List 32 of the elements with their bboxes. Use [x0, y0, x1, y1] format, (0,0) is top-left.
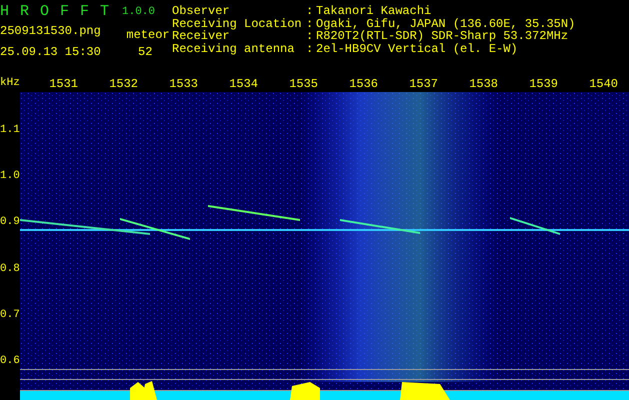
y-tick-label: 1.1 — [0, 123, 20, 138]
info-label: Receiving antenna — [172, 42, 296, 56]
info-separator: : — [306, 42, 314, 56]
info-separator: : — [306, 16, 314, 30]
info-separator: : — [306, 29, 314, 43]
app-title: H R O F F T — [0, 3, 112, 20]
x-tick-label: 1534 — [228, 77, 259, 92]
y-tick-label: 0.6 — [0, 354, 20, 369]
y-tick-label: 1.0 — [0, 169, 20, 184]
y-tick-label: 0.9 — [0, 215, 20, 230]
x-tick-label: 1536 — [348, 77, 379, 92]
timestamp: 25.09.13 15:30 — [0, 45, 102, 59]
x-tick-label: 1533 — [168, 77, 199, 92]
y-tick-label: 0.8 — [0, 262, 20, 277]
x-tick-label: 1538 — [468, 77, 499, 92]
info-value: Ogaki, Gifu, JAPAN (136.60E, 35.35N) — [316, 16, 576, 30]
filename: 2509131530.png — [0, 24, 102, 38]
y-tick-label: 0.7 — [0, 308, 20, 323]
x-tick-label: 1540 — [588, 77, 619, 92]
info-value: 2el-HB9CV Vertical (el. E-W) — [316, 42, 519, 56]
info-value: R820T2(RTL-SDR) SDR-Sharp 53.372MHz — [316, 29, 568, 43]
info-label: Receiver — [172, 29, 230, 43]
info-label: Receiving Location — [172, 16, 303, 30]
x-tick-label: 1535 — [288, 77, 319, 92]
axis-unit: kHz — [0, 76, 20, 91]
x-tick-label: 1531 — [48, 77, 79, 92]
x-tick-label: 1539 — [528, 77, 559, 92]
info-value: Takanori Kawachi — [316, 4, 432, 18]
info-separator: : — [306, 4, 314, 18]
info-label: Observer — [172, 4, 231, 18]
x-tick-label: 1537 — [408, 77, 439, 92]
x-tick-label: 1532 — [108, 77, 139, 92]
